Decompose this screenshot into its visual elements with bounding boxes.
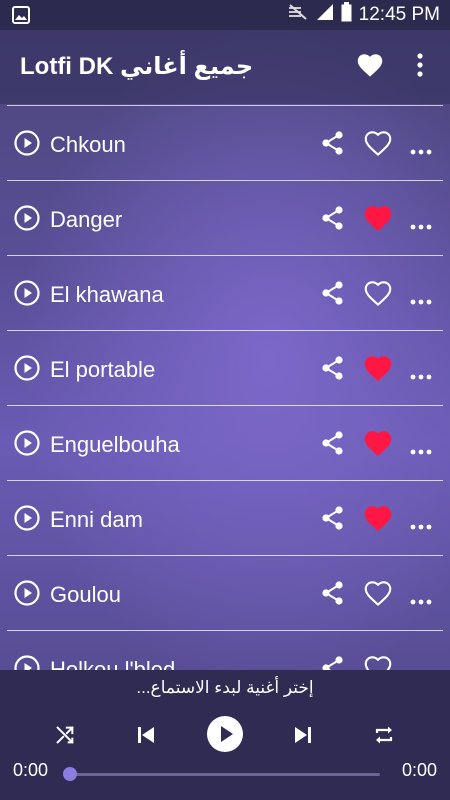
play-circle-icon[interactable] <box>14 280 40 311</box>
total-time: 0:00 <box>401 760 437 780</box>
song-row[interactable]: El khawana <box>0 256 450 331</box>
song-row[interactable]: Chkoun <box>0 106 450 181</box>
song-row[interactable]: Enguelbouha <box>0 406 450 481</box>
song-row[interactable]: Goulou <box>0 556 450 631</box>
heart-outline-icon[interactable] <box>364 655 392 670</box>
heart-outline-icon[interactable] <box>364 280 392 311</box>
app-bar: Lotfi DK جميع أغاني <box>0 30 450 104</box>
play-button[interactable] <box>206 715 244 758</box>
status-bar: 12:45 PM <box>0 0 450 30</box>
song-title: Enni dam <box>50 507 143 532</box>
play-circle-icon[interactable] <box>14 580 40 611</box>
seek-thumb[interactable] <box>63 767 77 781</box>
share-icon[interactable] <box>320 505 346 536</box>
more-options-icon[interactable] <box>410 142 432 160</box>
more-options-icon[interactable] <box>410 292 432 310</box>
song-row[interactable]: Enni dam <box>0 481 450 556</box>
song-title: Goulou <box>50 582 121 607</box>
song-title: El portable <box>50 357 156 382</box>
play-circle-icon[interactable] <box>14 355 40 386</box>
gallery-notification-icon <box>12 6 30 29</box>
more-options-icon[interactable] <box>410 517 432 535</box>
share-icon[interactable] <box>320 655 346 670</box>
overflow-menu-icon[interactable] <box>416 52 424 83</box>
seek-bar[interactable] <box>70 773 380 776</box>
more-options-icon[interactable] <box>410 592 432 610</box>
song-title: El khawana <box>50 282 164 307</box>
battery-icon <box>341 2 352 28</box>
song-row[interactable]: El portable <box>0 331 450 406</box>
heart-filled-icon[interactable] <box>364 205 392 236</box>
share-icon[interactable] <box>320 430 346 461</box>
heart-outline-icon[interactable] <box>364 580 392 611</box>
play-circle-icon[interactable] <box>14 655 40 670</box>
share-icon[interactable] <box>320 280 346 311</box>
play-circle-icon[interactable] <box>14 130 40 161</box>
song-title: Danger <box>50 207 123 232</box>
song-title: Chkoun <box>50 132 126 157</box>
share-icon[interactable] <box>320 355 346 386</box>
play-circle-icon[interactable] <box>14 505 40 536</box>
clock: 12:45 PM <box>358 4 440 25</box>
song-row[interactable]: Danger <box>0 181 450 256</box>
next-icon[interactable] <box>291 723 315 752</box>
play-circle-icon[interactable] <box>14 430 40 461</box>
favorites-heart-icon[interactable] <box>356 52 384 83</box>
play-circle-icon[interactable] <box>14 205 40 236</box>
song-title: Enguelbouha <box>50 432 180 457</box>
song-title: Holkou l'bled <box>50 657 176 670</box>
heart-filled-icon[interactable] <box>364 355 392 386</box>
repeat-icon[interactable] <box>372 724 396 751</box>
previous-icon[interactable] <box>134 723 158 752</box>
share-icon[interactable] <box>320 205 346 236</box>
song-row[interactable]: Holkou l'bled <box>0 631 450 670</box>
more-options-icon[interactable] <box>410 367 432 385</box>
page-title: Lotfi DK جميع أغاني <box>20 53 254 80</box>
heart-filled-icon[interactable] <box>364 505 392 536</box>
song-list[interactable]: Chkoun Danger El khawana El portable Enguelb… <box>0 105 450 670</box>
player-prompt: إختر أغنية لبدء الاستماع... <box>136 678 314 697</box>
current-time: 0:00 <box>13 760 49 780</box>
player-bar: إختر أغنية لبدء الاستماع... 0:00 0:00 <box>0 670 450 800</box>
heart-outline-icon[interactable] <box>364 130 392 161</box>
more-options-icon[interactable] <box>410 442 432 460</box>
data-off-icon <box>287 4 309 26</box>
shuffle-icon[interactable] <box>54 724 76 751</box>
signal-icon <box>316 3 334 27</box>
heart-filled-icon[interactable] <box>364 430 392 461</box>
share-icon[interactable] <box>320 130 346 161</box>
share-icon[interactable] <box>320 580 346 611</box>
more-options-icon[interactable] <box>410 217 432 235</box>
